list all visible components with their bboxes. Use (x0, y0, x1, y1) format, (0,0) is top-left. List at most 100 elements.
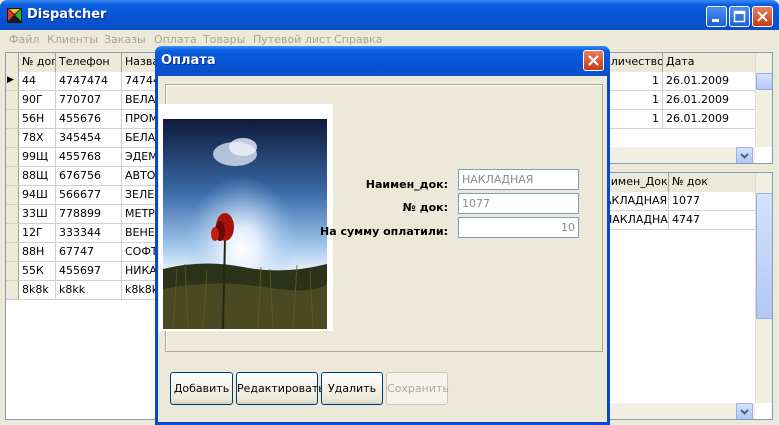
table-cell[interactable]: 676756 (56, 167, 122, 185)
dialog-titlebar[interactable]: Оплата (155, 46, 610, 76)
menu-waybill[interactable]: Путевой лист (253, 33, 331, 46)
orders-scroll-thumb[interactable] (756, 73, 772, 90)
table-cell[interactable]: 455676 (56, 110, 122, 128)
orders-grid[interactable]: оличество Дата 1 26.01.2009 1 26.01.2009 1 26… (600, 52, 773, 164)
payments-hscrollbar[interactable] (601, 403, 755, 419)
menu-clients[interactable]: Клиенты (47, 33, 98, 46)
row-indicator[interactable] (6, 243, 19, 261)
row-indicator[interactable] (6, 205, 19, 223)
orders-scroll-down-button[interactable] (736, 147, 753, 163)
table-row[interactable]: 90Г770707ВЕЛАЙ (6, 91, 156, 110)
maximize-button[interactable] (729, 6, 750, 27)
row-indicator[interactable] (6, 129, 19, 147)
table-cell[interactable]: 55К (19, 262, 56, 280)
table-cell[interactable]: СОФТ (122, 243, 156, 261)
table-cell[interactable]: 345454 (56, 129, 122, 147)
table-row[interactable]: ▶ 44 4747474 74744 (6, 72, 156, 91)
orders-hscrollbar[interactable] (601, 147, 755, 163)
table-cell[interactable]: НАКЛАДНА (601, 211, 669, 229)
app-titlebar[interactable]: Dispatcher (0, 0, 779, 30)
menu-payment[interactable]: Оплата (154, 33, 197, 46)
table-cell[interactable]: ЭДЕМ (122, 148, 156, 166)
table-cell[interactable]: 1 (601, 110, 663, 128)
table-cell[interactable]: БЕЛАГ (122, 129, 156, 147)
dialog-close-button[interactable] (583, 50, 604, 71)
payments-grid[interactable]: аимен_Док № док АКЛАДНАЯ 1077 НАКЛАДНА 4747 (600, 172, 773, 420)
minimize-button[interactable] (706, 6, 727, 27)
table-row[interactable]: 1 26.01.2009 (601, 110, 761, 129)
table-cell[interactable]: МЕТРО (122, 205, 156, 223)
table-cell[interactable]: 26.01.2009 (663, 91, 757, 109)
table-cell[interactable]: k8k8k (122, 281, 156, 299)
col-doc-no[interactable]: № док (669, 173, 757, 192)
table-cell[interactable]: АКЛАДНАЯ (601, 192, 669, 210)
table-row[interactable]: АКЛАДНАЯ 1077 (601, 192, 761, 211)
table-row[interactable]: 1 26.01.2009 (601, 91, 761, 110)
table-row[interactable]: 88Н 67747 СОФТ (6, 243, 156, 262)
table-cell[interactable]: 770707 (56, 91, 122, 109)
table-cell[interactable]: 94Ш (19, 186, 56, 204)
table-cell[interactable]: 333344 (56, 224, 122, 242)
amount-paid-field[interactable] (458, 217, 579, 238)
add-button[interactable]: Добавить (170, 372, 233, 405)
table-row[interactable]: 78Х345454БЕЛАГ (6, 129, 156, 148)
row-indicator[interactable] (6, 281, 19, 299)
table-row[interactable]: 8k8k k8kk k8k8k (6, 281, 156, 300)
table-cell[interactable]: 1 (601, 91, 663, 109)
table-cell[interactable]: 566677 (56, 186, 122, 204)
payments-scroll-thumb[interactable] (756, 193, 772, 319)
table-row[interactable]: 94Ш566677ЗЕЛЕН (6, 186, 156, 205)
col-contract-no[interactable]: № дог (19, 53, 56, 72)
table-cell[interactable]: 56Н (19, 110, 56, 128)
table-cell[interactable]: 455768 (56, 148, 122, 166)
table-cell[interactable]: ПРОМ (122, 110, 156, 128)
edit-button[interactable]: Редактировать (236, 372, 325, 405)
table-row[interactable]: 1 26.01.2009 (601, 72, 761, 91)
table-cell[interactable]: 74744 (122, 72, 156, 90)
orders-vscrollbar[interactable] (755, 53, 772, 147)
menu-help[interactable]: Справка (334, 33, 382, 46)
table-cell[interactable]: ВЕНЕР (122, 224, 156, 242)
table-cell[interactable]: 455697 (56, 262, 122, 280)
menu-file[interactable]: Файл (9, 33, 39, 46)
table-row[interactable]: 33Ш778899МЕТРО (6, 205, 156, 224)
table-cell[interactable]: 8k8k (19, 281, 56, 299)
table-cell[interactable]: АВТОЛ (122, 167, 156, 185)
col-phone[interactable]: Телефон (56, 53, 122, 72)
table-row[interactable]: 56Н 455676 ПРОМ (6, 110, 156, 129)
table-cell[interactable]: 778899 (56, 205, 122, 223)
row-indicator[interactable] (6, 91, 19, 109)
row-indicator[interactable] (6, 167, 19, 185)
table-cell[interactable]: 33Ш (19, 205, 56, 223)
table-cell[interactable]: 4747474 (56, 72, 122, 90)
table-cell[interactable]: 78Х (19, 129, 56, 147)
table-row[interactable]: 99Щ 455768 ЭДЕМ (6, 148, 156, 167)
row-indicator[interactable]: ▶ (6, 72, 19, 90)
table-cell[interactable]: 26.01.2009 (663, 72, 757, 90)
row-indicator[interactable] (6, 262, 19, 280)
delete-button[interactable]: Удалить (321, 372, 383, 405)
table-cell[interactable]: 99Щ (19, 148, 56, 166)
table-row[interactable]: 55К 455697 НИКА (6, 262, 156, 281)
col-name[interactable]: Назва (122, 53, 156, 72)
table-cell[interactable]: 1077 (669, 192, 757, 210)
table-row[interactable]: 88Щ676756АВТОЛ (6, 167, 156, 186)
col-date[interactable]: Дата (663, 53, 757, 72)
table-cell[interactable]: 1 (601, 72, 663, 90)
table-cell[interactable]: 88Щ (19, 167, 56, 185)
table-cell[interactable]: k8kk (56, 281, 122, 299)
col-doc-name[interactable]: аимен_Док (601, 173, 669, 192)
table-cell[interactable]: 67747 (56, 243, 122, 261)
table-cell[interactable]: 90Г (19, 91, 56, 109)
table-cell[interactable]: ЗЕЛЕН (122, 186, 156, 204)
row-indicator[interactable] (6, 186, 19, 204)
table-cell[interactable]: 4747 (669, 211, 757, 229)
table-cell[interactable]: 88Н (19, 243, 56, 261)
col-quantity[interactable]: оличество (601, 53, 663, 72)
table-cell[interactable]: 12Г (19, 224, 56, 242)
payments-scroll-down-button[interactable] (736, 403, 753, 419)
table-cell[interactable]: 26.01.2009 (663, 110, 757, 128)
table-row[interactable]: 12Г333344ВЕНЕР (6, 224, 156, 243)
menu-goods[interactable]: Товары (203, 33, 245, 46)
row-indicator[interactable] (6, 110, 19, 128)
